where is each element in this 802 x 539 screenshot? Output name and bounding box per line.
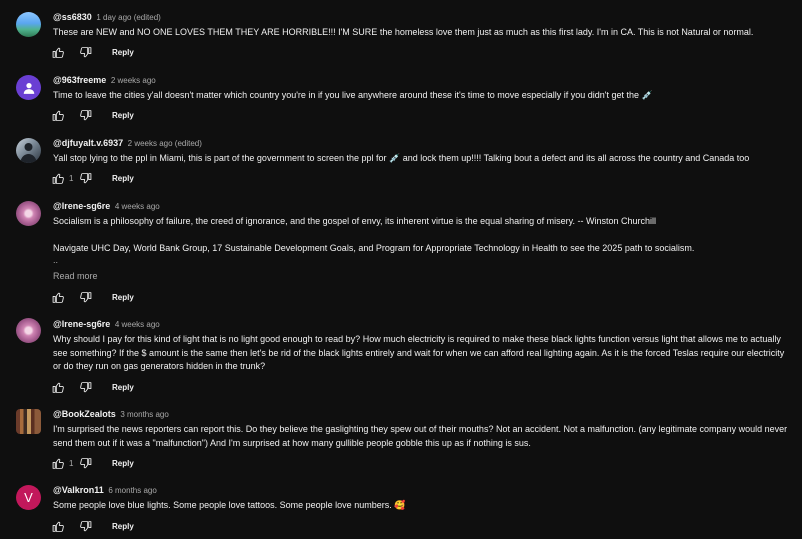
thumb-up-icon[interactable] xyxy=(52,457,65,470)
read-more-link[interactable]: Read more xyxy=(53,271,98,281)
comment-author[interactable]: @lrene-sg6re xyxy=(53,201,110,211)
avatar[interactable] xyxy=(16,75,41,100)
comment-text: Time to leave the cities y'all doesn't m… xyxy=(53,90,653,100)
thumb-down-icon[interactable] xyxy=(79,172,92,185)
thumb-down-icon[interactable] xyxy=(79,381,92,394)
comment-author[interactable]: @ss6830 xyxy=(53,12,92,22)
reply-button[interactable]: Reply xyxy=(112,111,134,120)
comment-author[interactable]: @Valkron11 xyxy=(53,485,104,495)
comment-text: Why should I pay for this kind of light … xyxy=(53,334,785,371)
comment-author[interactable]: @djfuyalt.v.6937 xyxy=(53,138,123,148)
thumb-down-icon[interactable] xyxy=(79,520,92,533)
reply-button[interactable]: Reply xyxy=(112,48,134,57)
thumb-down-icon[interactable] xyxy=(79,291,92,304)
comment-timestamp[interactable]: 4 weeks ago xyxy=(115,320,160,329)
reply-button[interactable]: Reply xyxy=(112,459,134,468)
comment-timestamp[interactable]: 2 weeks ago xyxy=(111,76,156,85)
thumb-up-icon[interactable] xyxy=(52,46,65,59)
avatar[interactable] xyxy=(16,138,41,163)
thumb-up-icon[interactable] xyxy=(52,291,65,304)
comment-text-line-3: .. xyxy=(53,255,59,265)
comment-author[interactable]: @lrene-sg6re xyxy=(53,319,110,329)
reply-button[interactable]: Reply xyxy=(112,174,134,183)
thumb-up-icon[interactable] xyxy=(52,109,65,122)
avatar[interactable] xyxy=(16,201,41,226)
thumb-up-icon[interactable] xyxy=(52,381,65,394)
comment-author[interactable]: @963freeme xyxy=(53,75,106,85)
thumb-down-icon[interactable] xyxy=(79,457,92,470)
comment-timestamp[interactable]: 1 day ago (edited) xyxy=(96,13,161,22)
comment-timestamp[interactable]: 4 weeks ago xyxy=(115,202,160,211)
thumb-up-icon[interactable] xyxy=(52,520,65,533)
thumb-down-icon[interactable] xyxy=(79,46,92,59)
avatar[interactable] xyxy=(16,12,41,37)
reply-button[interactable]: Reply xyxy=(112,522,134,531)
like-count: 1 xyxy=(69,173,74,183)
profile-photo-icon xyxy=(20,143,37,163)
comment-timestamp[interactable]: 2 weeks ago (edited) xyxy=(128,139,202,148)
comment-text: Yall stop lying to the ppl in Miami, thi… xyxy=(53,153,750,163)
comment-timestamp[interactable]: 6 months ago xyxy=(108,486,156,495)
thumb-up-icon[interactable] xyxy=(52,172,65,185)
comment-text: Some people love blue lights. Some peopl… xyxy=(53,500,406,510)
comment-timestamp[interactable]: 3 months ago xyxy=(120,410,168,419)
thumb-down-icon[interactable] xyxy=(79,109,92,122)
comment-text: I'm surprised the news reporters can rep… xyxy=(53,424,788,448)
comment-text-line-1: Socialism is a philosophy of failure, th… xyxy=(53,216,656,226)
reply-button[interactable]: Reply xyxy=(112,383,134,392)
like-count: 1 xyxy=(69,458,74,468)
reply-button[interactable]: Reply xyxy=(112,293,134,302)
avatar[interactable]: V xyxy=(16,485,41,510)
avatar[interactable] xyxy=(16,318,41,343)
comment-author[interactable]: @BookZealots xyxy=(53,409,116,419)
comment-text: These are NEW and NO ONE LOVES THEM THEY… xyxy=(53,27,754,37)
avatar[interactable] xyxy=(16,409,41,434)
avatar-letter: V xyxy=(24,490,33,505)
person-icon xyxy=(23,82,34,94)
